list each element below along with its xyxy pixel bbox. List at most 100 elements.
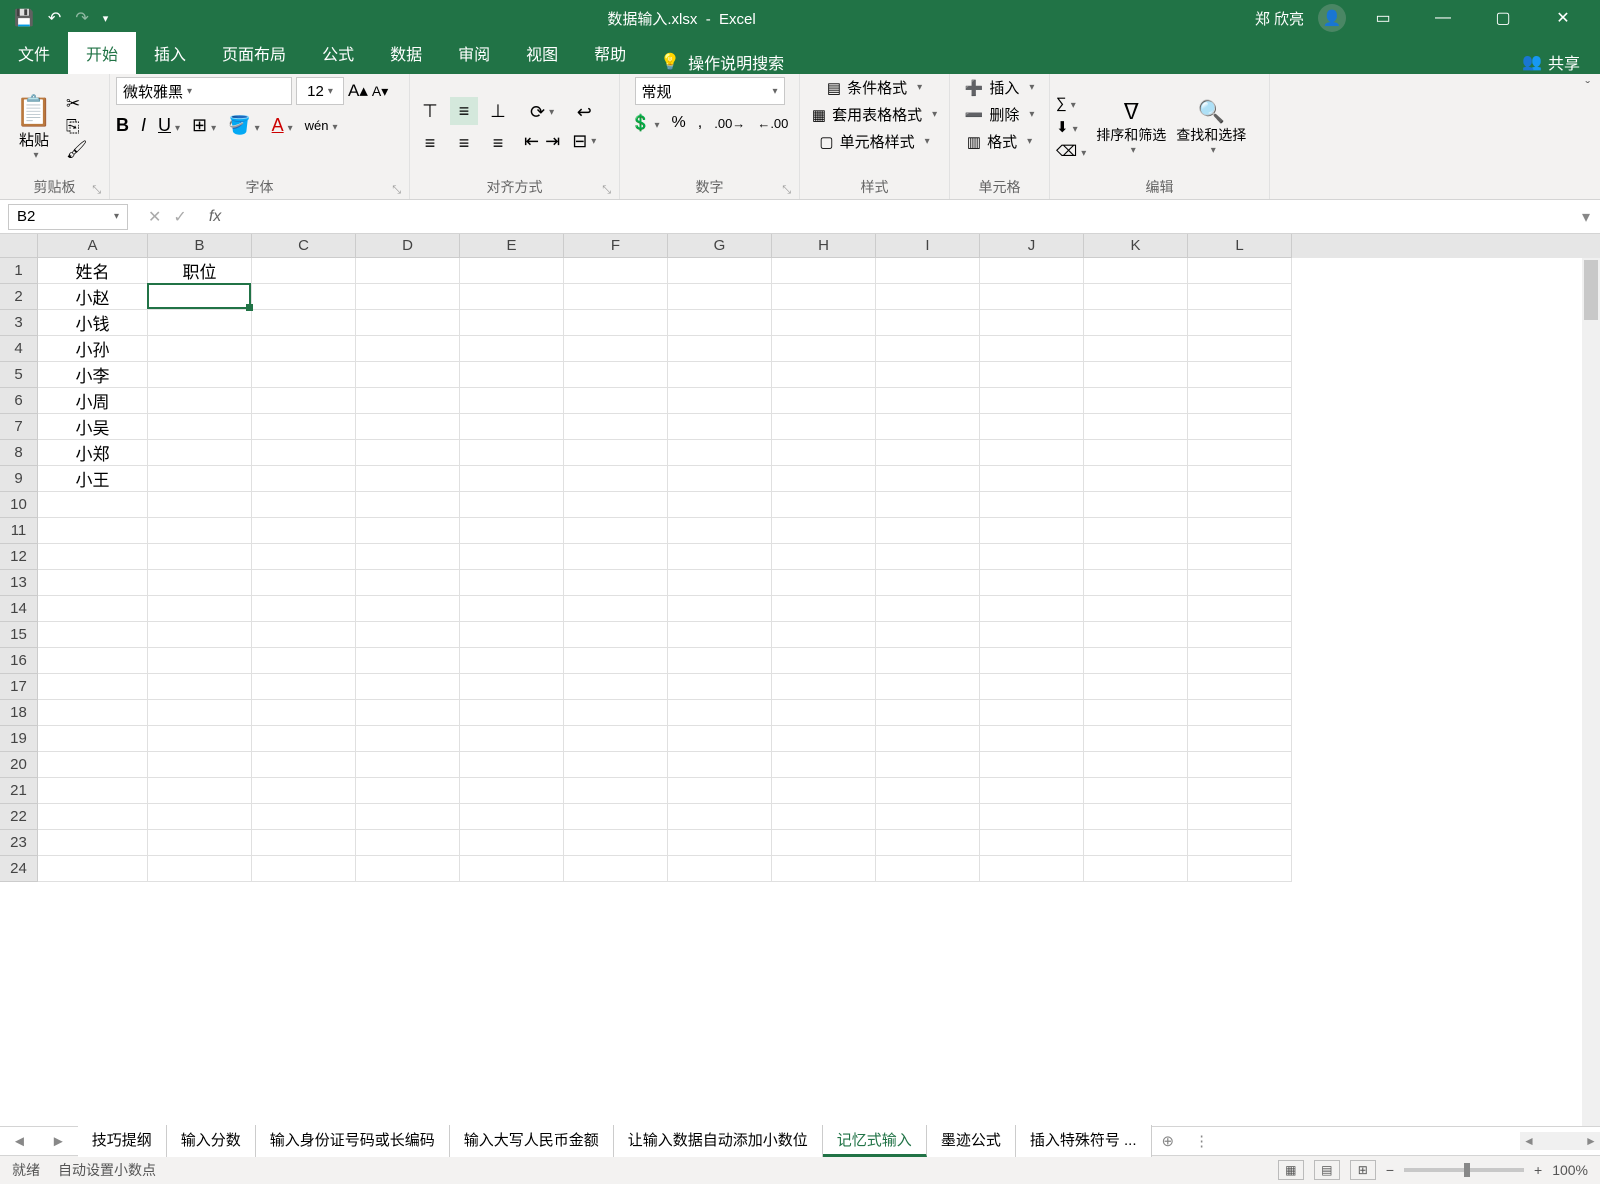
cell[interactable]	[668, 414, 772, 440]
cell[interactable]	[668, 284, 772, 310]
cell[interactable]	[356, 570, 460, 596]
cell[interactable]	[564, 752, 668, 778]
cell[interactable]	[1188, 674, 1292, 700]
decrease-indent-icon[interactable]: ⇤	[524, 131, 539, 152]
cell[interactable]	[356, 700, 460, 726]
cell[interactable]	[1188, 492, 1292, 518]
cell[interactable]: 小赵	[38, 284, 148, 310]
cell[interactable]	[252, 726, 356, 752]
cell[interactable]	[668, 310, 772, 336]
new-sheet-icon[interactable]: ⊕	[1152, 1132, 1185, 1150]
cell[interactable]	[38, 596, 148, 622]
cell[interactable]	[252, 466, 356, 492]
cell[interactable]	[1084, 258, 1188, 284]
cell[interactable]	[148, 414, 252, 440]
cell[interactable]	[1188, 440, 1292, 466]
number-format-select[interactable]: 常规▾	[635, 77, 785, 105]
cell[interactable]	[38, 648, 148, 674]
confirm-edit-icon[interactable]: ✓	[173, 207, 186, 227]
zoom-slider[interactable]	[1404, 1168, 1524, 1172]
cell[interactable]	[252, 362, 356, 388]
cell[interactable]	[460, 752, 564, 778]
cell[interactable]	[980, 570, 1084, 596]
tab-data[interactable]: 数据	[372, 32, 440, 74]
cell[interactable]	[460, 466, 564, 492]
delete-cells-button[interactable]: ➖删除▾	[965, 104, 1035, 125]
cell[interactable]	[356, 726, 460, 752]
cell[interactable]	[252, 336, 356, 362]
cell[interactable]	[460, 518, 564, 544]
cell[interactable]	[772, 336, 876, 362]
cell[interactable]	[564, 596, 668, 622]
vertical-scrollbar[interactable]	[1582, 258, 1600, 1126]
row-header[interactable]: 1	[0, 258, 38, 284]
cell[interactable]	[1084, 674, 1188, 700]
cell[interactable]	[356, 414, 460, 440]
zoom-out-icon[interactable]: −	[1386, 1162, 1394, 1178]
row-header[interactable]: 9	[0, 466, 38, 492]
cell[interactable]	[252, 830, 356, 856]
cell[interactable]	[1188, 362, 1292, 388]
tab-home[interactable]: 开始	[68, 32, 136, 74]
cell[interactable]	[980, 518, 1084, 544]
cell[interactable]	[668, 518, 772, 544]
cell[interactable]	[772, 388, 876, 414]
cell[interactable]	[668, 570, 772, 596]
cell[interactable]	[1084, 700, 1188, 726]
name-box[interactable]: B2▾	[8, 204, 128, 230]
cell[interactable]	[876, 830, 980, 856]
align-left-icon[interactable]: ≡	[416, 129, 444, 157]
cell[interactable]	[980, 388, 1084, 414]
cell[interactable]	[148, 804, 252, 830]
cell[interactable]	[1188, 700, 1292, 726]
cell[interactable]	[564, 570, 668, 596]
merge-center-icon[interactable]: ⊟▾	[572, 131, 596, 152]
conditional-format-button[interactable]: ▤条件格式▾	[827, 77, 922, 98]
column-header[interactable]: F	[564, 234, 668, 258]
row-header[interactable]: 21	[0, 778, 38, 804]
align-center-icon[interactable]: ≡	[450, 129, 478, 157]
font-name-select[interactable]: 微软雅黑▾	[116, 77, 292, 105]
cell[interactable]	[460, 414, 564, 440]
cell[interactable]	[1084, 440, 1188, 466]
insert-cells-button[interactable]: ➕插入▾	[965, 77, 1035, 98]
cut-icon[interactable]: ✂	[66, 94, 88, 114]
cell[interactable]	[876, 856, 980, 882]
cell[interactable]	[148, 622, 252, 648]
cell[interactable]	[980, 466, 1084, 492]
cell[interactable]	[1084, 362, 1188, 388]
row-header[interactable]: 7	[0, 414, 38, 440]
fx-icon[interactable]: fx	[209, 208, 221, 226]
cell[interactable]	[876, 362, 980, 388]
cell[interactable]	[772, 648, 876, 674]
cell[interactable]	[356, 336, 460, 362]
undo-icon[interactable]: ↶	[44, 4, 65, 32]
collapse-ribbon-icon[interactable]: ˇ	[1575, 74, 1600, 98]
cell[interactable]	[772, 752, 876, 778]
cell[interactable]	[460, 726, 564, 752]
cell[interactable]	[252, 492, 356, 518]
cell[interactable]	[876, 388, 980, 414]
column-header[interactable]: D	[356, 234, 460, 258]
cancel-edit-icon[interactable]: ✕	[148, 207, 161, 227]
cell[interactable]	[252, 596, 356, 622]
increase-indent-icon[interactable]: ⇥	[545, 131, 560, 152]
format-painter-icon[interactable]: 🖌	[66, 140, 88, 160]
column-header[interactable]: I	[876, 234, 980, 258]
cell[interactable]	[460, 258, 564, 284]
find-select-button[interactable]: 🔍 查找和选择▾	[1176, 99, 1246, 156]
cell[interactable]	[668, 440, 772, 466]
cell[interactable]	[772, 700, 876, 726]
cell[interactable]	[564, 648, 668, 674]
cell[interactable]	[668, 856, 772, 882]
cell[interactable]	[38, 804, 148, 830]
cell[interactable]	[1084, 804, 1188, 830]
cell[interactable]: 职位	[148, 258, 252, 284]
sheet-tab[interactable]: 输入身份证号码或长编码	[256, 1125, 450, 1157]
cell[interactable]	[148, 726, 252, 752]
cell[interactable]	[668, 388, 772, 414]
redo-icon[interactable]: ↷	[71, 4, 92, 32]
column-header[interactable]: B	[148, 234, 252, 258]
cell[interactable]	[564, 830, 668, 856]
tab-formulas[interactable]: 公式	[304, 32, 372, 74]
